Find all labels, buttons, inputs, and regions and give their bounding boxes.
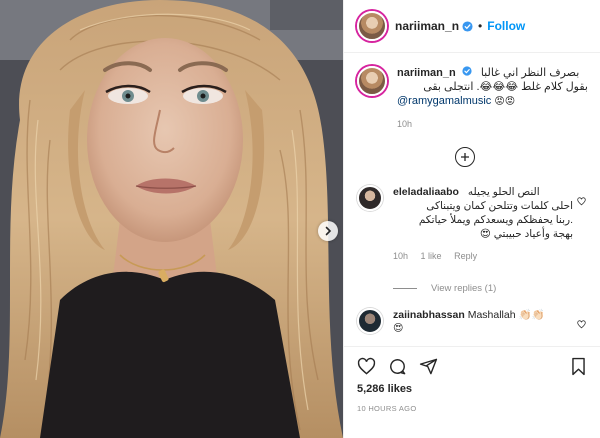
post-timestamp[interactable]: 10 HOURS AGO — [357, 404, 587, 413]
post-header: nariiman_n • Follow — [344, 0, 600, 53]
comment-item: eleladaliaabo النص الحلو يجيله احلى كلما… — [357, 185, 588, 263]
author-username[interactable]: nariiman_n — [395, 19, 459, 33]
caption-username[interactable]: nariiman_n — [397, 67, 456, 79]
like-comment-heart-icon[interactable] — [577, 193, 586, 211]
comment-likes[interactable]: 1 like — [421, 251, 442, 261]
caption-body: nariiman_n بصرف النظر اني غالبا بقول كلا… — [397, 66, 588, 131]
caption-line-1: بصرف النظر اني غالبا — [480, 67, 580, 79]
comment-text: Mashallah 👏🏻👏🏻 — [467, 309, 545, 321]
comment-body: zaiinabhassan Mashallah 👏🏻👏🏻 😍 — [393, 308, 573, 336]
likes-count[interactable]: 5,286 likes — [357, 383, 587, 395]
caption-avatar[interactable] — [357, 66, 387, 96]
reply-button[interactable]: Reply — [454, 251, 477, 261]
comment-line-3: .ربنا يحفظكم ويسعدكم ويملأ حياتكم — [418, 214, 573, 226]
bookmark-icon[interactable] — [570, 357, 587, 376]
comments-section: nariiman_n بصرف النظر اني غالبا بقول كلا… — [344, 54, 600, 346]
comment-meta: 10h 1 like Reply — [393, 249, 573, 263]
caption: nariiman_n بصرف النظر اني غالبا بقول كلا… — [357, 66, 588, 131]
heart-icon[interactable] — [357, 357, 376, 376]
commenter-username[interactable]: zaiinabhassan — [393, 309, 465, 321]
author-avatar[interactable] — [357, 11, 387, 41]
action-icons — [357, 355, 587, 377]
post-actions: 5,286 likes 10 HOURS AGO — [344, 346, 600, 438]
comment-item: zaiinabhassan Mashallah 👏🏻👏🏻 😍 — [357, 308, 588, 336]
selfie-image — [0, 0, 343, 438]
caption-time[interactable]: 10h — [397, 119, 412, 129]
comment-emoji-line: 😍 — [393, 323, 404, 334]
commenter-avatar[interactable] — [357, 185, 383, 211]
load-more-comments-button[interactable] — [454, 147, 475, 167]
view-replies-label: View replies (1) — [431, 283, 497, 294]
caption-mention[interactable]: @ramygamalmusic — [397, 95, 491, 107]
caption-meta: 10h — [397, 117, 588, 131]
comment-icon[interactable] — [388, 357, 407, 376]
caption-mention-emoji: 😡😡 — [494, 96, 516, 107]
comment-line-1: النص الحلو يجيله — [467, 186, 540, 198]
verified-badge-icon — [462, 20, 473, 32]
share-icon[interactable] — [419, 357, 438, 376]
next-photo-button[interactable] — [318, 221, 338, 241]
comment-line-4: بهجة وأعياد حبيبتي 😍 — [479, 228, 573, 240]
chevron-right-icon — [325, 226, 332, 236]
post-photo[interactable] — [0, 0, 343, 438]
instagram-post-modal: nariiman_n • Follow nariiman_n بصرف النظ… — [0, 0, 600, 438]
comment-time[interactable]: 10h — [393, 251, 408, 261]
follow-button[interactable]: Follow — [487, 19, 525, 33]
like-comment-heart-icon[interactable] — [577, 316, 586, 334]
commenter-avatar[interactable] — [357, 308, 383, 334]
add-comment-icon — [460, 153, 469, 161]
verified-badge-icon — [462, 66, 472, 76]
commenter-username[interactable]: eleladaliaabo — [393, 186, 459, 198]
post-sidebar: nariiman_n • Follow nariiman_n بصرف النظ… — [343, 0, 600, 438]
replies-divider — [393, 288, 417, 289]
comment-body: eleladaliaabo النص الحلو يجيله احلى كلما… — [393, 185, 573, 263]
header-separator: • — [478, 19, 483, 33]
caption-line-2: بقول كلام غلط 😂😂😂. انتجلى بقى — [423, 81, 588, 93]
view-replies-button[interactable]: View replies (1) — [393, 283, 588, 294]
comment-line-2: احلى كلمات وتتلحن كمان ويتبناكى — [426, 200, 573, 212]
